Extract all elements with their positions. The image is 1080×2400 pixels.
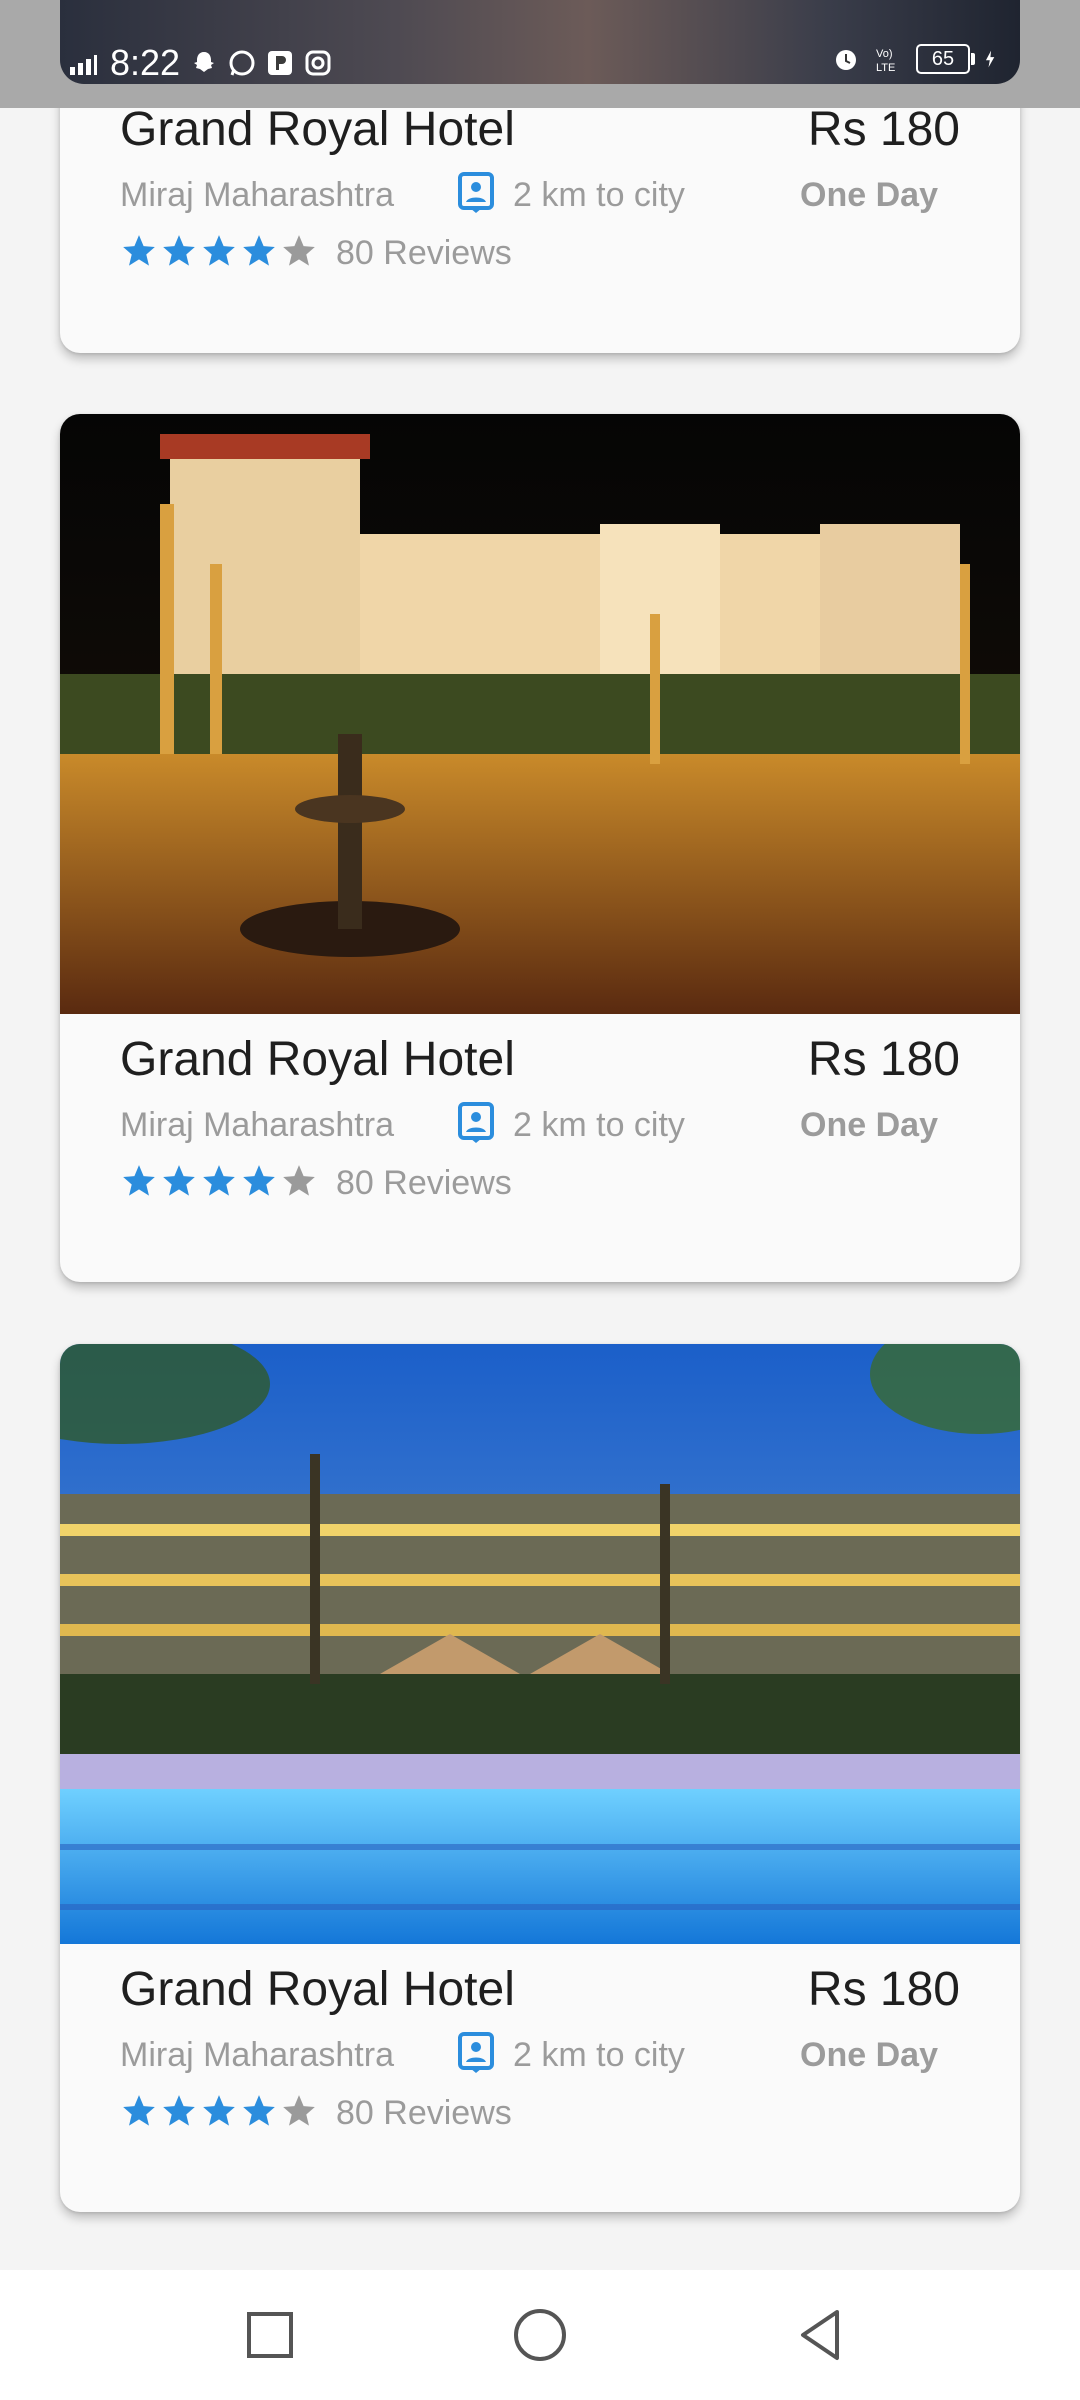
circle-icon[interactable]: [505, 2300, 575, 2370]
status-time: 8:22: [110, 42, 181, 83]
star-filled-icon: [243, 1165, 275, 1196]
location-pin-icon: [458, 1102, 494, 1143]
hotel-reviews: 80 Reviews: [336, 2094, 512, 2132]
square-icon[interactable]: [235, 2300, 305, 2370]
volte-icon: Vo) LTE: [876, 48, 895, 73]
triangle-back-icon[interactable]: [785, 2300, 855, 2370]
star-filled-icon: [243, 235, 275, 266]
rating-stars: [120, 2092, 318, 2130]
location-pin-icon: [458, 2032, 494, 2073]
hotel-name: Grand Royal Hotel: [120, 103, 515, 156]
hotel-location: Miraj Maharashtra: [120, 176, 394, 214]
hotel-card[interactable]: Grand Royal Hotel Rs 180 Miraj Maharasht…: [60, 414, 1020, 1282]
hotel-distance: 2 km to city: [513, 176, 685, 214]
star-filled-icon: [203, 235, 235, 266]
status-bar-wallpaper: 8:22 Vo) LTE 65: [60, 0, 1020, 84]
star-empty-icon: [283, 235, 315, 266]
hotel-location: Miraj Maharashtra: [120, 1106, 394, 1144]
system-nav-bar: [0, 2270, 1080, 2400]
hotel-duration: One Day: [800, 176, 938, 214]
hotel-location: Miraj Maharashtra: [120, 2036, 394, 2074]
star-empty-icon: [283, 1165, 315, 1196]
star-filled-icon: [163, 1165, 195, 1196]
hotel-price: Rs 180: [807, 1033, 960, 1086]
charging-icon: [985, 50, 995, 68]
snapchat-icon: [194, 52, 215, 72]
star-filled-icon: [203, 1165, 235, 1196]
app-p-icon: [268, 51, 293, 75]
battery-indicator: 65: [916, 44, 975, 74]
star-filled-icon: [163, 235, 195, 266]
status-bar: 8:22 Vo) LTE 65: [0, 0, 1080, 108]
rating-stars: [120, 1162, 318, 1200]
hotel-price: Rs 180: [807, 1963, 960, 2016]
rating-stars: [120, 232, 318, 270]
star-filled-icon: [123, 2095, 155, 2126]
star-filled-icon: [203, 2095, 235, 2126]
instagram-icon: [305, 50, 331, 76]
star-filled-icon: [123, 1165, 155, 1196]
star-empty-icon: [283, 2095, 315, 2126]
hotel-distance: 2 km to city: [513, 2036, 685, 2074]
whatsapp-icon: [229, 50, 255, 76]
hotel-reviews: 80 Reviews: [336, 234, 512, 272]
hotel-image: [60, 414, 1020, 1014]
hotel-name: Grand Royal Hotel: [120, 1963, 515, 2016]
hotel-price: Rs 180: [807, 103, 960, 156]
hotel-reviews: 80 Reviews: [336, 1164, 512, 1202]
star-filled-icon: [123, 235, 155, 266]
hotel-image: [60, 1344, 1020, 1944]
hotel-distance: 2 km to city: [513, 1106, 685, 1144]
hotel-card[interactable]: Grand Royal Hotel Rs 180 Miraj Maharasht…: [60, 1344, 1020, 2212]
location-pin-icon: [458, 172, 494, 213]
alarm-icon: [836, 50, 856, 70]
star-filled-icon: [243, 2095, 275, 2126]
signal-icon: [70, 55, 97, 75]
svg-text:LTE: LTE: [876, 62, 895, 73]
hotel-duration: One Day: [800, 2036, 938, 2074]
hotel-duration: One Day: [800, 1106, 938, 1144]
hotel-name: Grand Royal Hotel: [120, 1033, 515, 1086]
star-filled-icon: [163, 2095, 195, 2126]
svg-text:Vo): Vo): [876, 48, 893, 60]
